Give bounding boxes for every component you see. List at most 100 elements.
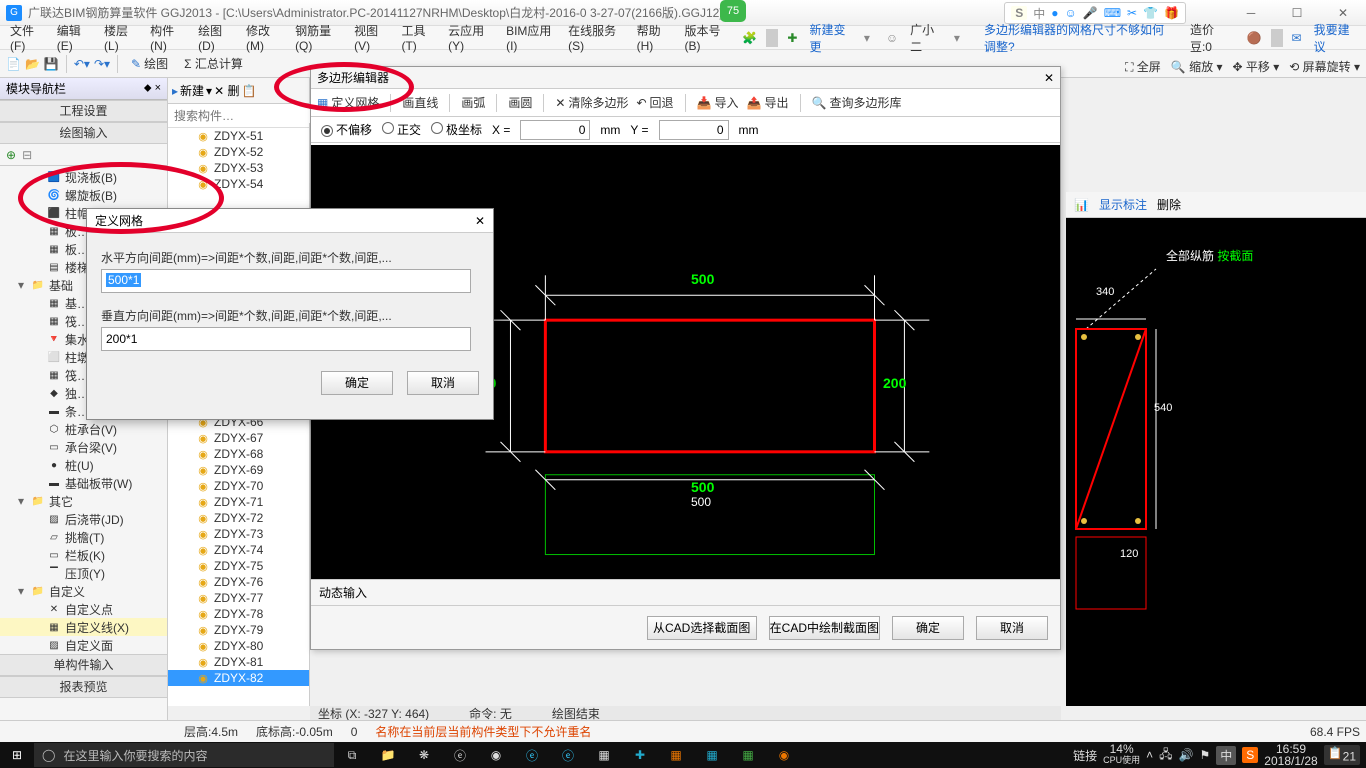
list-item[interactable]: ◉ZDYX-71: [168, 494, 309, 510]
app-icon-6[interactable]: ▦: [730, 742, 766, 768]
menu-tools[interactable]: 工具(T): [395, 19, 442, 56]
edge-icon[interactable]: ⓔ: [514, 742, 550, 768]
nav-collapse[interactable]: ⬥ ×: [144, 82, 161, 95]
menu-modify[interactable]: 修改(M): [240, 19, 289, 56]
zoom-btn[interactable]: 🔍 缩放 ▾: [1171, 58, 1223, 75]
app-icon-3[interactable]: ✚: [622, 742, 658, 768]
list-item[interactable]: ◉ZDYX-69: [168, 462, 309, 478]
cpu-meter[interactable]: 14%CPU使用: [1103, 744, 1140, 766]
list-item[interactable]: ◉ZDYX-70: [168, 478, 309, 494]
list-item[interactable]: ◉ZDYX-54: [168, 176, 309, 192]
list-item[interactable]: ◉ZDYX-74: [168, 542, 309, 558]
app-icon-4[interactable]: ▦: [658, 742, 694, 768]
redo-icon[interactable]: ↷▾: [94, 57, 110, 71]
delete-btn[interactable]: 删除: [1157, 196, 1181, 213]
ime-gift[interactable]: 🎁: [1164, 6, 1179, 20]
x-input[interactable]: [520, 120, 590, 140]
close-button[interactable]: ✕: [1320, 0, 1366, 26]
maximize-button[interactable]: ☐: [1274, 0, 1320, 26]
ie-icon[interactable]: ⓔ: [442, 742, 478, 768]
tree-item[interactable]: 🌀螺旋板(B): [0, 186, 167, 204]
ime-skin[interactable]: 👕: [1143, 6, 1158, 20]
draw-arc-btn[interactable]: 画弧: [461, 94, 485, 111]
link-label[interactable]: 链接: [1073, 747, 1097, 764]
from-cad-btn[interactable]: 从CAD选择截面图: [647, 616, 757, 640]
task-view-icon[interactable]: ⧉: [334, 742, 370, 768]
username[interactable]: 广小二: [904, 18, 948, 58]
list-item[interactable]: ◉ZDYX-52: [168, 144, 309, 160]
chrome-icon[interactable]: ◉: [478, 742, 514, 768]
open-icon[interactable]: 📂: [25, 57, 40, 71]
nav-single-input[interactable]: 单构件输入: [0, 654, 167, 676]
dlg-close-icon[interactable]: ✕: [475, 214, 485, 228]
menu-online[interactable]: 在线服务(S): [562, 19, 631, 56]
pe-ok-btn[interactable]: 确定: [892, 616, 964, 640]
new-button[interactable]: 新建: [180, 82, 204, 99]
tray-flag-icon[interactable]: ⚑: [1200, 748, 1211, 762]
list-item[interactable]: ◉ZDYX-81: [168, 654, 309, 670]
app-icon-7[interactable]: ◉: [766, 742, 802, 768]
pe-close-icon[interactable]: ✕: [1044, 71, 1054, 85]
menu-help[interactable]: 帮助(H): [631, 19, 679, 56]
list-item[interactable]: ◉ZDYX-75: [168, 558, 309, 574]
menu-rebar[interactable]: 钢筋量(Q): [289, 19, 348, 56]
list-item[interactable]: ◉ZDYX-80: [168, 638, 309, 654]
tree-item[interactable]: ▬基础板带(W): [0, 474, 167, 492]
list-item[interactable]: ◉ZDYX-78: [168, 606, 309, 622]
opt-ortho[interactable]: 正交: [382, 121, 421, 138]
tree-item[interactable]: ▾📁自定义: [0, 582, 167, 600]
sigma-calc[interactable]: Σ 汇总计算: [178, 53, 249, 74]
tree-item[interactable]: ▾📁其它: [0, 492, 167, 510]
list-item[interactable]: ◉ZDYX-68: [168, 446, 309, 462]
tree-item[interactable]: ▔压顶(Y): [0, 564, 167, 582]
list-item[interactable]: ◉ZDYX-77: [168, 590, 309, 606]
rotate-btn[interactable]: ⟲ 屏幕旋转 ▾: [1289, 58, 1360, 75]
draw-circle-btn[interactable]: 画圆: [508, 94, 532, 111]
ime-lang[interactable]: 中: [1033, 5, 1045, 22]
list-item[interactable]: ◉ZDYX-73: [168, 526, 309, 542]
menu-version[interactable]: 版本号(B): [679, 19, 737, 56]
ie2-icon[interactable]: ⓔ: [550, 742, 586, 768]
draw-in-cad-btn[interactable]: 在CAD中绘制截面图: [769, 616, 880, 640]
fullscreen-btn[interactable]: ⛶ 全屏: [1125, 58, 1161, 75]
list-item[interactable]: ◉ZDYX-76: [168, 574, 309, 590]
tray-vol-icon[interactable]: 🔊: [1179, 748, 1194, 762]
nav-sec-project[interactable]: 工程设置: [0, 100, 167, 122]
new-icon[interactable]: 📄: [6, 57, 21, 71]
list-item[interactable]: ◉ZDYX-53: [168, 160, 309, 176]
h-spacing-input[interactable]: 500*1: [101, 269, 471, 293]
nav-sec-draw[interactable]: 绘图输入: [0, 122, 167, 144]
import-btn[interactable]: 📥 导入: [697, 94, 739, 111]
menu-component[interactable]: 构件(N): [144, 19, 192, 56]
tray-up-icon[interactable]: ˄: [1146, 748, 1153, 762]
pe-cancel-btn[interactable]: 取消: [976, 616, 1048, 640]
clock[interactable]: 16:592018/1/28: [1264, 743, 1317, 767]
ime-punct[interactable]: ●: [1051, 6, 1058, 20]
list-item[interactable]: ◉ZDYX-82: [168, 670, 309, 686]
app-icon-2[interactable]: ▦: [586, 742, 622, 768]
start-button[interactable]: ⊞: [0, 742, 34, 768]
nav-report[interactable]: 报表预览: [0, 676, 167, 698]
tray-net-icon[interactable]: 🖧: [1159, 745, 1172, 766]
list-item[interactable]: ◉ZDYX-72: [168, 510, 309, 526]
new-change-link[interactable]: 新建变更: [803, 18, 857, 58]
app-icon-5[interactable]: ▦: [694, 742, 730, 768]
show-annot-btn[interactable]: 显示标注: [1099, 196, 1147, 213]
tree-item[interactable]: ⬡桩承台(V): [0, 420, 167, 438]
query-lib-btn[interactable]: 🔍 查询多边形库: [812, 94, 902, 111]
collapse-all-icon[interactable]: ⊟: [22, 148, 32, 162]
list-item[interactable]: ◉ZDYX-67: [168, 430, 309, 446]
menu-edit[interactable]: 编辑(E): [51, 19, 98, 56]
dlg-cancel-btn[interactable]: 取消: [407, 371, 479, 395]
draw-line-btn[interactable]: 画直线: [402, 94, 438, 111]
pan-btn[interactable]: ✥ 平移 ▾: [1232, 58, 1279, 75]
tree-item[interactable]: ▭栏板(K): [0, 546, 167, 564]
list-item[interactable]: ◉ZDYX-79: [168, 622, 309, 638]
tree-item[interactable]: 🟦现浇板(B): [0, 168, 167, 186]
define-grid-btn[interactable]: ▦定义网格: [317, 94, 379, 111]
sogou-ime-bar[interactable]: S 中 ● ☺ 🎤 ⌨ ✂ 👕 🎁: [1004, 2, 1186, 24]
app-icon-1[interactable]: ❋: [406, 742, 442, 768]
expand-all-icon[interactable]: ⊕: [6, 148, 16, 162]
copy-icon[interactable]: 📋: [241, 84, 256, 98]
v-spacing-input[interactable]: [101, 327, 471, 351]
